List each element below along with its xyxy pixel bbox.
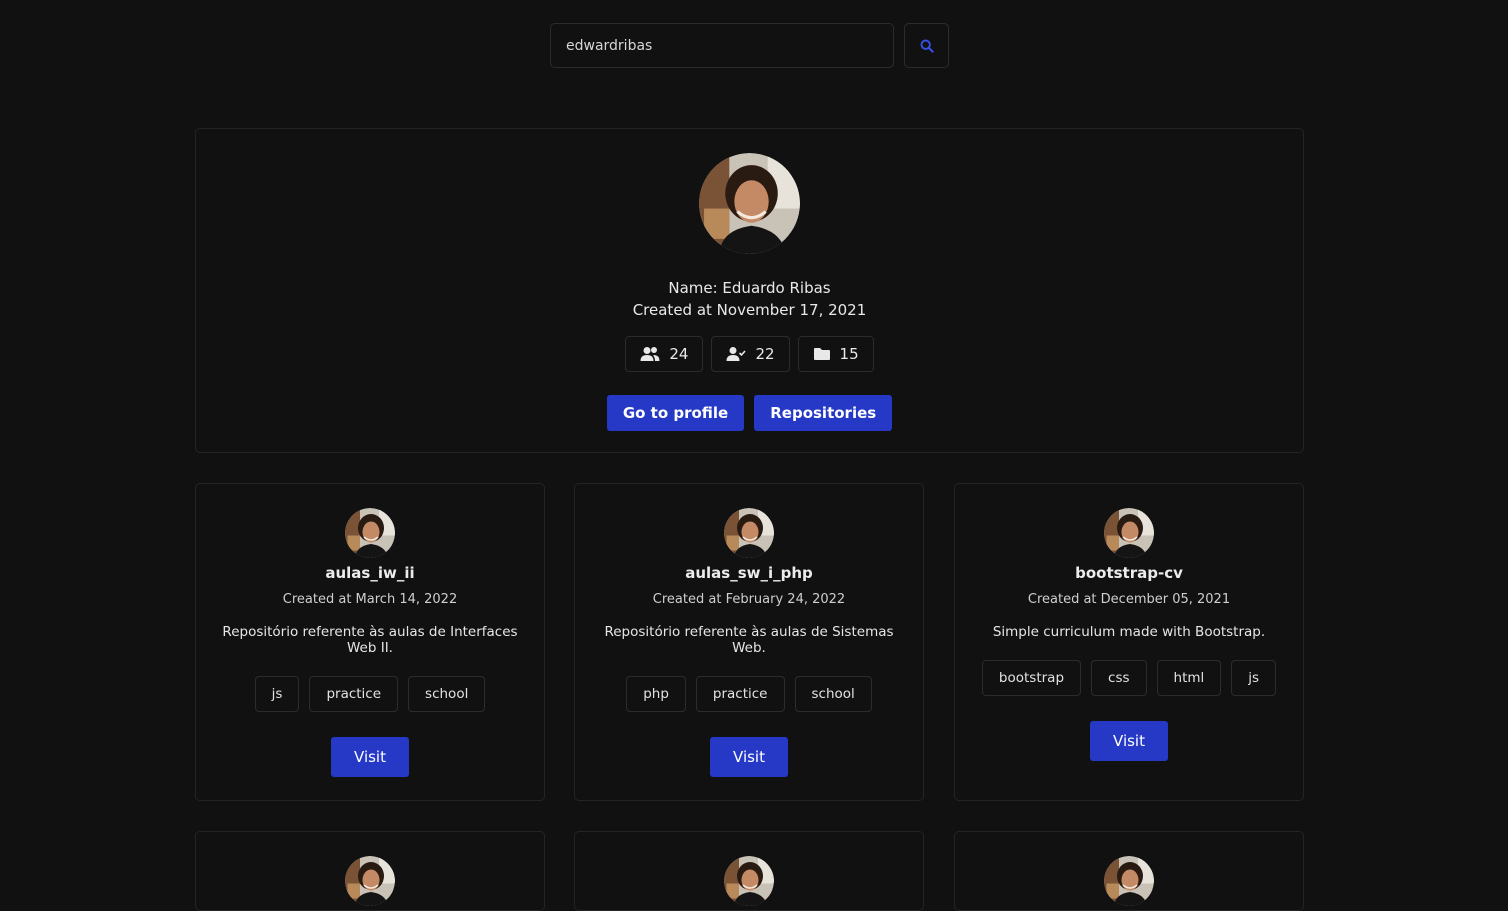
search-button[interactable] xyxy=(904,23,949,68)
followers-count: 24 xyxy=(669,345,689,363)
repo-created-date: Created at March 14, 2022 xyxy=(282,592,458,607)
repo-created-date: Created at December 05, 2021 xyxy=(1027,592,1231,607)
followers-stat: 24 xyxy=(625,336,704,372)
visit-button[interactable]: Visit xyxy=(710,737,788,777)
repo-description: Simple curriculum made with Bootstrap. xyxy=(992,624,1266,640)
go-to-profile-button[interactable]: Go to profile xyxy=(606,395,745,431)
repo-avatar xyxy=(724,856,774,906)
repo-avatar xyxy=(1104,856,1154,906)
repo-tags: js practice school xyxy=(254,676,486,712)
repo-card xyxy=(954,831,1304,911)
profile-stats: 24 22 15 xyxy=(625,336,874,372)
repo-tag: school xyxy=(794,676,872,712)
repo-tag: bootstrap xyxy=(981,660,1082,696)
users-icon xyxy=(640,347,660,361)
repo-avatar xyxy=(724,508,774,558)
following-count: 22 xyxy=(755,345,775,363)
search-input[interactable] xyxy=(550,23,894,68)
repo-avatar xyxy=(345,856,395,906)
repo-tags: php practice school xyxy=(626,676,872,712)
repo-tag: practice xyxy=(309,676,399,712)
profile-actions: Go to profile Repositories xyxy=(606,395,893,431)
repo-name: bootstrap-cv xyxy=(1075,564,1183,582)
search-bar xyxy=(550,23,949,68)
repos-stat: 15 xyxy=(797,336,874,372)
avatar xyxy=(699,153,800,254)
folder-icon xyxy=(813,348,830,360)
user-check-icon xyxy=(726,347,747,361)
repo-description: Repositório referente às aulas de Sistem… xyxy=(604,624,894,656)
repo-tag: js xyxy=(254,676,300,712)
profile-created-date: Created at November 17, 2021 xyxy=(632,301,867,319)
repo-tag: css xyxy=(1091,660,1147,696)
repo-name: aulas_iw_ii xyxy=(325,564,415,582)
repo-card: bootstrap-cv Created at December 05, 202… xyxy=(954,483,1304,801)
following-stat: 22 xyxy=(711,336,790,372)
repo-tag: practice xyxy=(695,676,785,712)
repo-description: Repositório referente às aulas de Interf… xyxy=(222,624,518,656)
repo-tag: php xyxy=(626,676,686,712)
repo-card: aulas_sw_i_php Created at February 24, 2… xyxy=(574,483,924,801)
repo-avatar xyxy=(345,508,395,558)
repo-tag: js xyxy=(1231,660,1277,696)
profile-name: Name: Eduardo Ribas xyxy=(668,279,831,297)
search-icon xyxy=(920,39,934,53)
repo-card xyxy=(574,831,924,911)
repos-count: 15 xyxy=(839,345,859,363)
repositories-button[interactable]: Repositories xyxy=(754,395,893,431)
repo-card xyxy=(195,831,545,911)
repo-tag: school xyxy=(408,676,486,712)
repo-name: aulas_sw_i_php xyxy=(685,564,813,582)
repo-card: aulas_iw_ii Created at March 14, 2022 Re… xyxy=(195,483,545,801)
repo-tag: html xyxy=(1156,660,1222,696)
repo-tags: bootstrap css html js xyxy=(981,660,1277,696)
visit-button[interactable]: Visit xyxy=(331,737,409,777)
repo-created-date: Created at February 24, 2022 xyxy=(652,592,846,607)
visit-button[interactable]: Visit xyxy=(1090,721,1168,761)
profile-card: Name: Eduardo Ribas Created at November … xyxy=(195,128,1304,453)
repo-avatar xyxy=(1104,508,1154,558)
